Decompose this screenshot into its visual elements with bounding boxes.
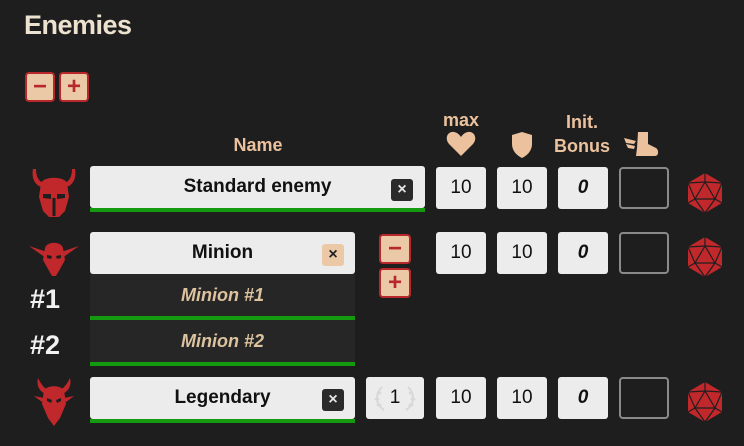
shield-icon: [512, 132, 532, 158]
max-hp-field[interactable]: 10: [436, 377, 486, 419]
minus-glyph: −: [387, 235, 402, 262]
d20-icon[interactable]: [685, 171, 725, 215]
init-bonus-value: 0: [577, 177, 589, 198]
winged-boot-icon: [624, 132, 659, 156]
enemy-name-field[interactable]: Standard enemy: [90, 166, 425, 208]
close-icon: ×: [328, 246, 338, 263]
initiative-roll-field[interactable]: [619, 232, 669, 274]
max-header: max: [442, 110, 480, 130]
name-underline: [90, 208, 425, 212]
close-icon: ×: [397, 181, 407, 198]
close-icon: ×: [328, 391, 338, 408]
initiative-roll-field[interactable]: [619, 377, 669, 419]
legendary-actions-value: 1: [389, 387, 401, 408]
remove-minion-x-button[interactable]: ×: [322, 244, 344, 266]
minion-instance-name: Minion #1: [180, 284, 264, 305]
armor-class-field[interactable]: 10: [497, 167, 547, 209]
heart-icon: [446, 131, 476, 156]
remove-minion-button[interactable]: −: [379, 234, 411, 264]
d20-icon[interactable]: [685, 235, 725, 279]
legendary-actions-field[interactable]: 1: [366, 377, 424, 419]
minion-underline: [90, 362, 355, 366]
minion-instance-row[interactable]: Minion #1: [90, 274, 355, 316]
max-hp-field[interactable]: 10: [436, 232, 486, 274]
minion-number-label: #1: [30, 284, 61, 314]
minion-number-label: #2: [30, 330, 61, 360]
armor-class-value: 10: [511, 177, 533, 198]
enemy-name: Standard enemy: [183, 176, 332, 197]
armor-class-field[interactable]: 10: [497, 232, 547, 274]
name-header: Name: [233, 135, 283, 155]
bonus-label: Bonus: [554, 136, 610, 156]
remove-enemy-button[interactable]: −: [25, 72, 55, 102]
dragon-head-icon: [34, 378, 74, 426]
init-bonus-value: 0: [577, 242, 589, 263]
init-bonus-field[interactable]: 0: [558, 377, 608, 419]
init-bonus-header: Init. Bonus: [550, 110, 614, 158]
minus-glyph: −: [32, 73, 47, 100]
d20-icon[interactable]: [685, 380, 725, 424]
max-hp-value: 10: [450, 387, 472, 408]
init-label: Init.: [566, 112, 598, 132]
section-title: Enemies: [24, 10, 132, 40]
minion-instance-name: Minion #2: [180, 330, 264, 351]
plus-glyph: +: [387, 269, 402, 296]
minion-name: Minion: [191, 242, 254, 263]
init-bonus-field[interactable]: 0: [558, 232, 608, 274]
add-minion-button[interactable]: +: [379, 268, 411, 298]
remove-enemy-x-button[interactable]: ×: [391, 179, 413, 201]
remove-legendary-x-button[interactable]: ×: [322, 389, 344, 411]
legendary-underline: [90, 419, 355, 423]
minion-instance-row[interactable]: Minion #2: [90, 320, 355, 362]
legendary-name: Legendary: [174, 387, 271, 408]
armor-class-field[interactable]: 10: [497, 377, 547, 419]
armor-class-value: 10: [511, 387, 533, 408]
plus-glyph: +: [66, 73, 81, 100]
minion-name-field[interactable]: Minion: [90, 232, 355, 274]
initiative-roll-field[interactable]: [619, 167, 669, 209]
init-bonus-field[interactable]: 0: [558, 167, 608, 209]
add-enemy-button[interactable]: +: [59, 72, 89, 102]
init-bonus-value: 0: [577, 387, 589, 408]
max-hp-value: 10: [450, 177, 472, 198]
max-hp-field[interactable]: 10: [436, 167, 486, 209]
horned-helmet-icon: [32, 169, 76, 217]
max-hp-value: 10: [450, 242, 472, 263]
legendary-name-field[interactable]: Legendary: [90, 377, 355, 419]
armor-class-value: 10: [511, 242, 533, 263]
goblin-head-icon: [29, 242, 79, 276]
